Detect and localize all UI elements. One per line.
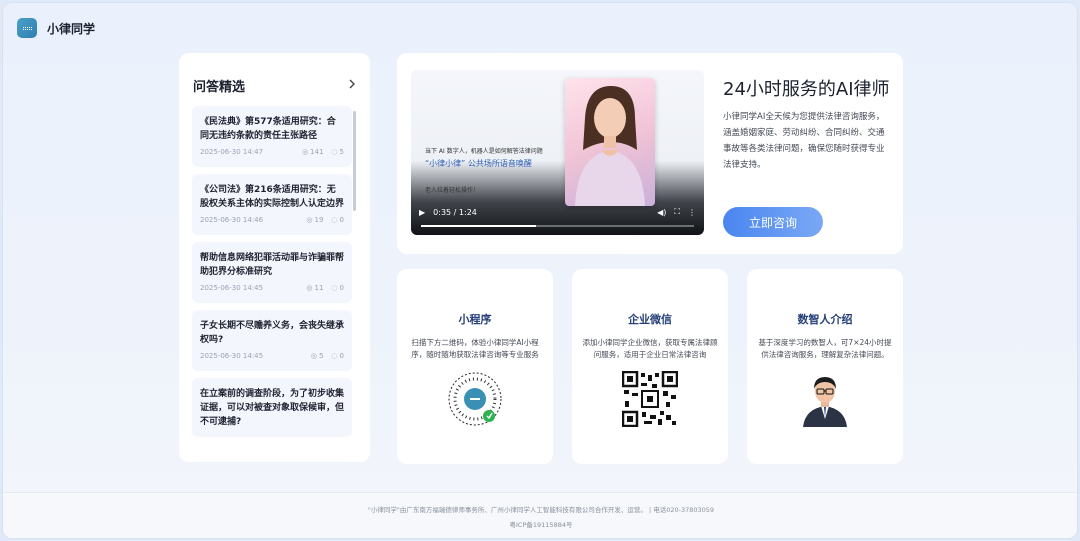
consult-now-button[interactable]: 立即咨询 (723, 207, 823, 237)
qa-item[interactable]: 在立案前的调查阶段，为了初步收集证据，可以对被查对象取保候审，但不可逮捕? (192, 378, 352, 437)
qa-date: 2025-06-30 14:46 (200, 216, 264, 224)
hero-description: 小律同学AI全天候为您提供法律咨询服务，涵盖婚姻家庭、劳动纠纷、合同纠纷、交通事… (723, 112, 885, 170)
presenter-avatar (565, 78, 655, 206)
video-time: 0:35 / 1:24 (433, 207, 477, 217)
comment-icon: ◌ (331, 284, 338, 292)
qa-item[interactable]: 帮助信息网络犯罪活动罪与诈骗罪帮助犯界分标准研究 2025-06-30 14:4… (192, 242, 352, 303)
footer-icp[interactable]: 粤ICP备19115884号 (3, 519, 1077, 529)
card-description: 扫描下方二维码，体验小律同学AI小程序，随时随地获取法律咨询等专业服务 (411, 338, 539, 359)
digital-human-avatar-icon (797, 371, 853, 427)
fullscreen-icon[interactable]: ⛶ (674, 207, 680, 217)
qa-date: 2025-06-30 14:45 (200, 284, 264, 292)
qa-item[interactable]: 《民法典》第577条适用研究：合同无违约条款的责任主张路径 2025-06-30… (192, 106, 352, 167)
qa-scrollbar[interactable] (353, 111, 356, 211)
volume-icon[interactable]: ◀) (657, 208, 666, 217)
hero-title: 24小时服务的AI律师 (723, 79, 890, 100)
qr-code-icon (622, 371, 678, 427)
video-caption: 当下 AI 数字人，机器人是如何解答法律问题 (425, 148, 543, 155)
qa-date: 2025-06-30 14:47 (200, 148, 264, 156)
video-controls: ▶ 0:35 / 1:24 ◀) ⛶ ⋮ (419, 205, 696, 227)
header: 小律同学 (17, 15, 95, 41)
qa-date: 2025-06-30 14:45 (200, 352, 264, 360)
video-progress-bar[interactable] (421, 225, 694, 227)
eye-icon: ◎ (306, 284, 313, 292)
footer: "小律同学"由广东南方福瑞德律师事务所、广州小律同学人工智能科技有限公司合作开发… (3, 492, 1077, 538)
footer-copyright: "小律同学"由广东南方福瑞德律师事务所、广州小律同学人工智能科技有限公司合作开发… (367, 506, 715, 514)
comment-count: 0 (339, 352, 344, 360)
more-options-icon[interactable]: ⋮ (688, 208, 696, 217)
comment-icon: ◌ (331, 216, 338, 224)
comment-count: 0 (339, 284, 344, 292)
app-frame: 小律同学 问答精选 《民法典》第577条适用研究：合同无违约条款的责任主张路径 … (2, 2, 1078, 539)
qa-item[interactable]: 子女长期不尽赡养义务，会丧失继承权吗? 2025-06-30 14:45 ◎ 5 … (192, 310, 352, 371)
qa-item[interactable]: 《公司法》第216条适用研究：无股权关系主体的实际控制人认定边界 2025-06… (192, 174, 352, 235)
qa-question: 《公司法》第216条适用研究：无股权关系主体的实际控制人认定边界 (200, 185, 345, 209)
video-caption: 老人拉着轻松操作！ (425, 187, 480, 194)
card-description: 添加小律同学企业微信，获取专属法律顾问服务，适用于企业日常法律咨询 (582, 338, 718, 359)
digital-human-card: 数智人介绍 基于深度学习的数智人，可7×24小时提供法律咨询服务，理解复杂法律问… (747, 269, 903, 464)
qa-question: 在立案前的调查阶段，为了初步收集证据，可以对被查对象取保候审，但不可逮捕? (200, 389, 345, 427)
view-count: 19 (314, 216, 324, 224)
video-caption: “小律小律” 公共场所语音唤醒 (425, 159, 532, 168)
chevron-right-icon[interactable] (348, 78, 356, 92)
qa-question: 子女长期不尽赡养义务，会丧失继承权吗? (200, 321, 345, 345)
chat-bubble-icon[interactable] (17, 18, 37, 38)
hero-panel: 当下 AI 数字人，机器人是如何解答法律问题 “小律小律” 公共场所语音唤醒 老… (397, 53, 903, 254)
mini-program-card: 小程序 扫描下方二维码，体验小律同学AI小程序，随时随地获取法律咨询等专业服务 (397, 269, 553, 464)
mini-program-code-icon (447, 371, 503, 427)
comment-count: 5 (339, 148, 344, 156)
play-icon[interactable]: ▶ (419, 208, 425, 217)
wecom-card: 企业微信 添加小律同学企业微信，获取专属法律顾问服务，适用于企业日常法律咨询 (572, 269, 728, 464)
view-count: 5 (318, 352, 324, 360)
qa-title: 问答精选 (193, 79, 246, 95)
brand-name[interactable]: 小律同学 (47, 20, 95, 37)
comment-count: 0 (339, 216, 344, 224)
card-title: 企业微信 (628, 313, 672, 326)
view-count: 141 (310, 148, 324, 156)
eye-icon: ◎ (301, 148, 309, 156)
intro-video[interactable]: 当下 AI 数字人，机器人是如何解答法律问题 “小律小律” 公共场所语音唤醒 老… (411, 70, 704, 235)
qa-panel: 问答精选 《民法典》第577条适用研究：合同无违约条款的责任主张路径 2025-… (179, 53, 370, 462)
card-description: 基于深度学习的数智人，可7×24小时提供法律咨询服务，理解复杂法律问题。 (758, 338, 892, 359)
qa-question: 帮助信息网络犯罪活动罪与诈骗罪帮助犯界分标准研究 (200, 253, 345, 277)
comment-icon: ◌ (331, 352, 338, 360)
qa-list: 《民法典》第577条适用研究：合同无违约条款的责任主张路径 2025-06-30… (192, 106, 352, 446)
card-title: 数智人介绍 (797, 313, 853, 326)
eye-icon: ◎ (310, 352, 317, 360)
eye-icon: ◎ (306, 216, 313, 224)
qa-question: 《民法典》第577条适用研究：合同无违约条款的责任主张路径 (200, 117, 336, 141)
view-count: 11 (314, 284, 324, 292)
comment-icon: ◌ (331, 148, 338, 156)
card-title: 小程序 (458, 313, 492, 326)
